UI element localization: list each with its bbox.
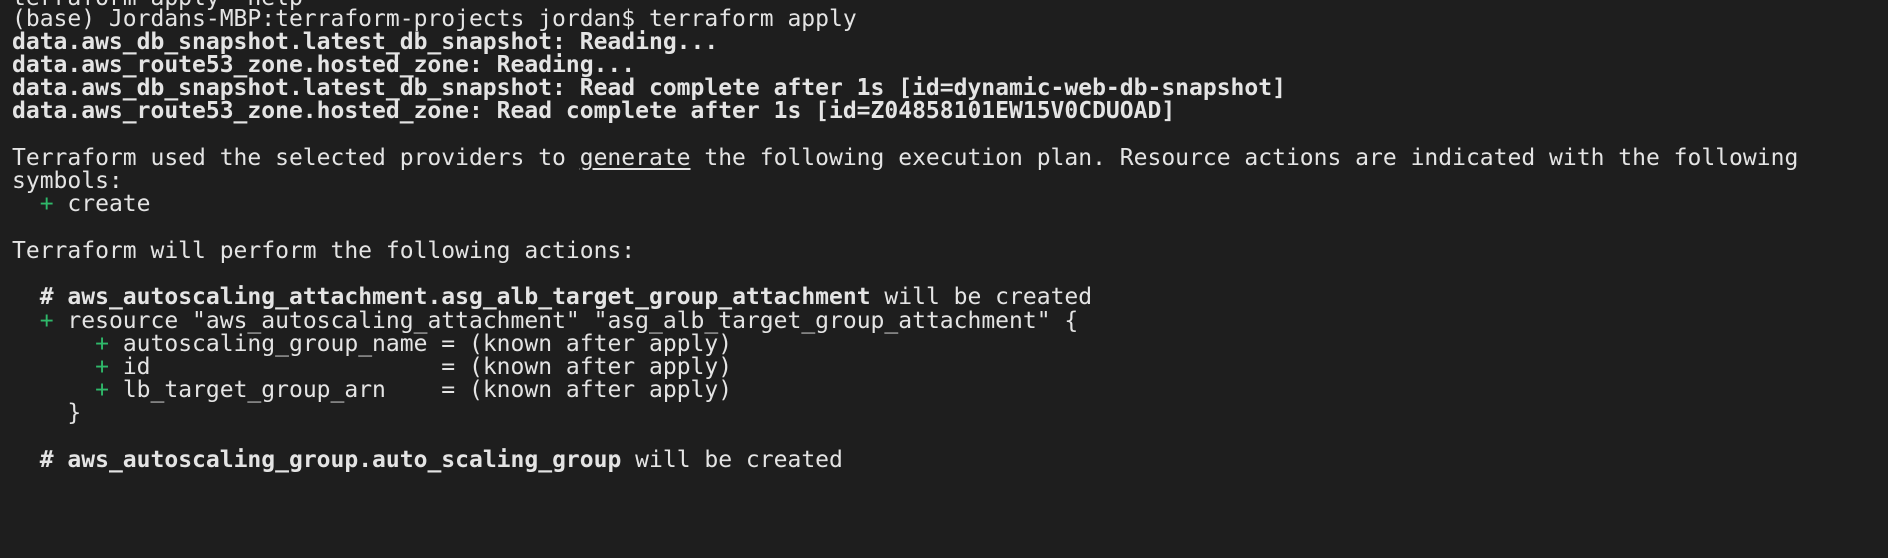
symbol-legend-item: + create bbox=[12, 190, 151, 218]
read-status-line: data.aws_route53_zone.hosted_zone: Read … bbox=[12, 97, 1175, 125]
plus-sign-icon: + bbox=[95, 377, 109, 403]
actions-heading: Terraform will perform the following act… bbox=[12, 238, 636, 264]
resource-attribute-line: + lb_target_group_arn = (known after app… bbox=[12, 376, 732, 404]
resource-close-brace: } bbox=[12, 399, 81, 427]
close-brace: } bbox=[67, 400, 82, 426]
resource-status: will be created bbox=[621, 447, 843, 473]
hash-comment-icon: # bbox=[39, 447, 54, 473]
resource-comment-line: # aws_autoscaling_group.auto_scaling_gro… bbox=[12, 446, 843, 474]
symbol-label: create bbox=[67, 191, 151, 217]
resource-address: aws_autoscaling_group.auto_scaling_group bbox=[67, 447, 622, 473]
plan-intro-line: Terraform used the selected providers to… bbox=[12, 144, 1798, 172]
data-source-address: data.aws_route53_zone.hosted_zone: bbox=[12, 98, 483, 124]
plan-intro-text: the following execution plan. Resource a… bbox=[690, 145, 1799, 171]
read-message: Read complete after 1s [id=Z04858101EW15… bbox=[482, 98, 1176, 124]
plus-sign-icon: + bbox=[39, 191, 54, 217]
generate-link[interactable]: generate bbox=[580, 145, 691, 171]
terminal-window[interactable]: terraform apply -help (base) Jordans-MBP… bbox=[0, 0, 1888, 558]
attribute-text: lb_target_group_arn = (known after apply… bbox=[122, 377, 733, 403]
